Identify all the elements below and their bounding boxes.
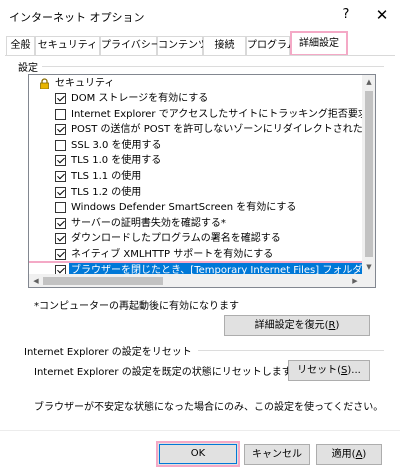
- setting-item[interactable]: SSL 3.0 を使用する: [29, 138, 362, 153]
- setting-item[interactable]: TLS 1.0 を使用する: [29, 153, 362, 168]
- setting-item[interactable]: DOM ストレージを有効にする: [29, 91, 362, 106]
- tab-connections[interactable]: 接続: [203, 36, 246, 55]
- setting-checkbox[interactable]: [55, 186, 66, 198]
- button-label-suffix: ): [335, 320, 340, 331]
- button-label-suffix: )...: [347, 365, 361, 376]
- setting-item[interactable]: POST の送信が POST を許可しないゾーンにリダイレクトされた場合に警: [29, 122, 362, 137]
- setting-label: TLS 1.1 の使用: [71, 171, 142, 182]
- tab-general[interactable]: 全般: [6, 36, 35, 55]
- category-security: セキュリティ: [29, 76, 362, 91]
- setting-label: Windows Defender SmartScreen を有効にする: [71, 202, 297, 214]
- group-divider: [38, 66, 384, 67]
- reset-group-label: Internet Explorer の設定をリセット: [24, 343, 196, 358]
- setting-checkbox[interactable]: [55, 233, 66, 245]
- tab-label: セキュリティ: [37, 40, 98, 51]
- scroll-corner: [362, 274, 375, 287]
- close-button[interactable]: ✕: [370, 3, 394, 27]
- setting-checkbox[interactable]: [55, 249, 66, 260]
- setting-item[interactable]: サーバーの証明書失効を確認する*: [29, 216, 362, 231]
- setting-checkbox[interactable]: [55, 155, 66, 167]
- setting-label: POST の送信が POST を許可しないゾーンにリダイレクトされた場合に警: [71, 124, 362, 136]
- setting-item[interactable]: ブラウザーを閉じたとき、[Temporary Internet Files] フ…: [29, 260, 362, 274]
- setting-label: DOM ストレージを有効にする: [71, 93, 209, 104]
- setting-label: SSL 3.0 を使用する: [71, 139, 162, 151]
- footer-divider: [0, 430, 400, 431]
- button-label: 詳細設定を復元(: [254, 320, 329, 331]
- ok-button[interactable]: OK: [156, 441, 240, 467]
- setting-label: ダウンロードしたプログラムの署名を確認する: [71, 233, 281, 245]
- setting-label: TLS 1.2 の使用: [71, 186, 142, 198]
- setting-label: サーバーの証明書失効を確認する*: [71, 217, 226, 229]
- reset-button[interactable]: リセット(S)...: [288, 360, 370, 381]
- button-label: リセット(: [297, 365, 342, 376]
- tab-panel-border: [5, 55, 395, 56]
- setting-checkbox[interactable]: [55, 171, 66, 182]
- horizontal-scroll-thumb[interactable]: [43, 277, 163, 285]
- settings-group-label: 設定: [18, 59, 42, 74]
- setting-item[interactable]: ネイティブ XMLHTTP サポートを有効にする: [29, 247, 362, 262]
- horizontal-scrollbar[interactable]: ◀ ▶: [29, 274, 362, 287]
- tab-privacy[interactable]: プライバシー: [100, 36, 161, 55]
- setting-item[interactable]: Windows Defender SmartScreen を有効にする: [29, 200, 362, 215]
- tab-label: 全般: [10, 40, 31, 51]
- tab-label: 接続: [214, 40, 235, 51]
- tab-strip: 全般 セキュリティ プライバシー コンテンツ 接続 プログラム 詳細設定: [0, 31, 400, 56]
- setting-checkbox[interactable]: [55, 202, 66, 214]
- button-label: キャンセル: [252, 449, 302, 460]
- tab-label: コンテンツ: [158, 40, 208, 51]
- restart-note: *コンピューターの再起動後に有効になります: [34, 301, 239, 312]
- tab-label: プライバシー: [101, 40, 161, 51]
- setting-item[interactable]: TLS 1.2 の使用: [29, 185, 362, 200]
- setting-checkbox[interactable]: [55, 139, 66, 151]
- scroll-left-icon[interactable]: ◀: [29, 274, 43, 287]
- settings-list-box[interactable]: セキュリティ DOM ストレージを有効にする Internet Explorer …: [28, 74, 376, 288]
- vertical-scrollbar[interactable]: ▲ ▼: [362, 75, 375, 274]
- lock-icon: [40, 78, 49, 89]
- tab-security[interactable]: セキュリティ: [35, 36, 100, 55]
- button-label-suffix: ): [362, 449, 367, 460]
- tab-label: 詳細設定: [299, 38, 339, 49]
- setting-label: ネイティブ XMLHTTP サポートを有効にする: [71, 249, 274, 260]
- vertical-scroll-thumb[interactable]: [365, 91, 373, 257]
- setting-label: Internet Explorer でアクセスしたサイトにトラッキング拒否要求を…: [71, 108, 362, 120]
- scroll-down-icon[interactable]: ▼: [362, 260, 375, 274]
- tab-programs[interactable]: プログラム: [246, 36, 297, 55]
- category-label: セキュリティ: [55, 78, 115, 89]
- settings-list: セキュリティ DOM ストレージを有効にする Internet Explorer …: [29, 75, 362, 274]
- tab-content[interactable]: コンテンツ: [157, 36, 208, 55]
- window-title: インターネット オプション: [9, 11, 145, 24]
- scroll-right-icon[interactable]: ▶: [348, 274, 362, 287]
- setting-checkbox[interactable]: [55, 93, 66, 104]
- setting-checkbox[interactable]: [55, 217, 66, 229]
- setting-label: TLS 1.0 を使用する: [71, 155, 162, 167]
- setting-checkbox[interactable]: [55, 264, 66, 274]
- setting-item[interactable]: Internet Explorer でアクセスしたサイトにトラッキング拒否要求を…: [29, 107, 362, 122]
- setting-item[interactable]: ダウンロードしたプログラムの署名を確認する: [29, 231, 362, 246]
- reset-description: Internet Explorer の設定を既定の状態にリセットします。: [34, 367, 301, 378]
- setting-item[interactable]: TLS 1.1 の使用: [29, 169, 362, 184]
- restore-advanced-button[interactable]: 詳細設定を復元(R): [224, 315, 370, 336]
- apply-button[interactable]: 適用(A): [316, 444, 382, 465]
- group-divider: [198, 350, 384, 351]
- tab-advanced[interactable]: 詳細設定: [290, 31, 348, 56]
- setting-checkbox[interactable]: [55, 108, 66, 120]
- help-button[interactable]: ?: [334, 3, 358, 27]
- button-label: OK: [190, 448, 206, 459]
- scroll-up-icon[interactable]: ▲: [362, 75, 375, 89]
- title-bar: インターネット オプション ? ✕: [0, 0, 400, 30]
- setting-label: ブラウザーを閉じたとき、[Temporary Internet Files] フ…: [69, 262, 362, 274]
- reset-warning: ブラウザーが不安定な状態になった場合にのみ、この設定を使ってください。: [34, 402, 384, 413]
- setting-checkbox[interactable]: [55, 124, 66, 136]
- cancel-button[interactable]: キャンセル: [244, 444, 310, 465]
- button-label: 適用(: [331, 449, 356, 460]
